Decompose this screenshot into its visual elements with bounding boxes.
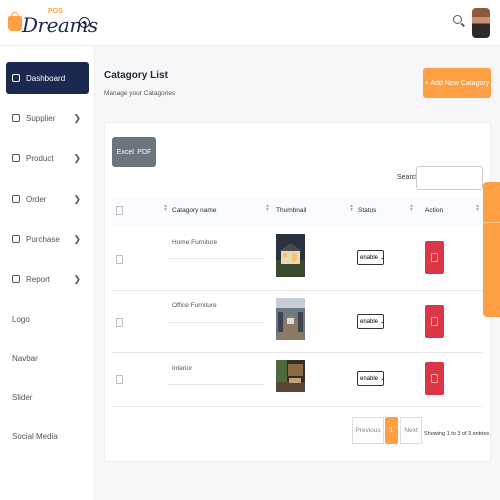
row-checkbox[interactable] — [116, 318, 123, 327]
sidebar-toggle-icon[interactable] — [79, 17, 90, 28]
chevron-right-icon: ❯ — [73, 234, 81, 244]
sidebar-item-report[interactable]: Report ❯ — [6, 263, 89, 295]
sort-icon[interactable]: ▲ ▼ — [349, 204, 354, 213]
chevron-right-icon: ❯ — [73, 113, 81, 123]
row-divider — [112, 290, 483, 291]
sidebar-item-product[interactable]: Product ❯ — [6, 142, 89, 174]
search-icon[interactable] — [453, 15, 462, 24]
delete-button[interactable] — [425, 362, 444, 395]
logo-badge: POS — [48, 8, 63, 15]
sidebar-item-label: Logo — [12, 314, 30, 324]
purchase-icon — [12, 235, 20, 243]
header-status[interactable]: Status — [358, 207, 376, 214]
trash-icon — [431, 374, 438, 383]
chevron-down-icon: ⌄ — [380, 319, 386, 325]
pagination-previous[interactable]: Previous — [352, 417, 384, 444]
thumbnail-image — [276, 234, 305, 277]
report-icon — [12, 275, 20, 283]
export-buttons: Excel PDF — [112, 137, 156, 167]
sidebar-item-order[interactable]: Order ❯ — [6, 183, 89, 215]
search-input[interactable] — [416, 166, 483, 190]
floating-side-tab[interactable] — [483, 182, 500, 317]
category-name: Interior — [172, 365, 193, 372]
sidebar-item-label: Supplier — [26, 113, 56, 123]
top-header: Dreams POS — [0, 0, 500, 46]
row-checkbox[interactable] — [116, 375, 123, 384]
sidebar-item-supplier[interactable]: Supplier ❯ — [6, 102, 89, 134]
chevron-down-icon: ⌄ — [380, 376, 386, 382]
pagination-info: Showing 1 to 3 of 3 entries — [424, 431, 490, 437]
delete-button[interactable] — [425, 305, 444, 338]
sidebar-item-label: Slider — [12, 392, 33, 402]
table-header: ▲ ▼ Catagory name ▲ ▼ Thumbnail ▲ ▼ Status … — [112, 196, 483, 226]
trash-icon — [431, 317, 438, 326]
sidebar-item-label: Navbar — [12, 353, 38, 363]
page-title: Catagory List — [104, 70, 168, 81]
status-select[interactable]: enable ⌄ — [357, 371, 386, 386]
category-name: Office Furniture — [172, 302, 217, 309]
thumbnail-image — [276, 298, 305, 340]
sidebar-item-logo[interactable]: Logo — [6, 303, 89, 335]
sidebar-item-slider[interactable]: Slider — [6, 381, 89, 413]
delete-button[interactable] — [425, 241, 444, 274]
divider — [167, 384, 264, 385]
sidebar-item-label: Report — [26, 274, 51, 284]
row-checkbox[interactable] — [116, 255, 123, 264]
user-avatar[interactable] — [472, 8, 490, 38]
pagination-next[interactable]: Next — [400, 417, 422, 444]
row-divider — [112, 406, 483, 407]
app-logo[interactable]: Dreams POS — [8, 8, 98, 40]
sidebar-item-label: Dashboard — [26, 73, 66, 83]
sidebar-item-social-media[interactable]: Social Media — [6, 420, 89, 452]
sort-icon[interactable]: ▲ ▼ — [265, 204, 270, 213]
sort-icon[interactable]: ▲ ▼ — [163, 204, 168, 213]
pagination-page-1[interactable]: 1 — [385, 417, 398, 444]
pdf-button[interactable]: PDF — [137, 149, 151, 156]
status-select[interactable]: enable ⌄ — [357, 314, 386, 329]
chevron-right-icon: ❯ — [73, 194, 81, 204]
sidebar-item-label: Social Media — [12, 431, 58, 441]
status-value: enable — [360, 375, 379, 382]
divider — [167, 322, 264, 323]
row-divider — [112, 352, 483, 353]
trash-icon — [431, 253, 438, 262]
sidebar-item-label: Product — [26, 153, 54, 163]
status-value: enable — [360, 254, 379, 261]
status-select[interactable]: enable ⌄ — [357, 250, 386, 265]
cart-icon — [12, 195, 20, 203]
sidebar-item-purchase[interactable]: Purchase ❯ — [6, 223, 89, 255]
sidebar-item-navbar[interactable]: Navbar — [6, 342, 89, 374]
header-action[interactable]: Action — [425, 207, 443, 214]
status-value: enable — [360, 318, 379, 325]
excel-button[interactable]: Excel — [117, 149, 134, 156]
header-thumbnail[interactable]: Thumbnail — [276, 207, 306, 214]
sidebar-item-label: Order — [26, 194, 47, 204]
page-subtitle: Manage your Catagories — [104, 90, 176, 97]
add-category-button[interactable]: + Add New Catagory — [423, 68, 491, 98]
sort-icon[interactable]: ▲ ▼ — [409, 204, 414, 213]
sidebar: Dashboard Supplier ❯ Product ❯ Order ❯ P… — [0, 46, 95, 500]
dashboard-icon — [12, 74, 20, 82]
sidebar-item-label: Purchase — [26, 234, 60, 244]
select-all-checkbox[interactable] — [116, 206, 123, 215]
shopping-bag-icon — [8, 12, 22, 31]
thumbnail-image — [276, 360, 305, 392]
product-icon — [12, 154, 20, 162]
chevron-right-icon: ❯ — [73, 274, 81, 284]
chevron-down-icon: ⌄ — [380, 255, 386, 261]
divider — [167, 258, 264, 259]
chevron-right-icon: ❯ — [73, 153, 81, 163]
header-category-name[interactable]: Catagory name — [172, 207, 216, 214]
supplier-icon — [12, 114, 20, 122]
sort-icon[interactable]: ▲ ▼ — [475, 204, 480, 213]
sidebar-item-dashboard[interactable]: Dashboard — [6, 62, 89, 94]
category-name: Home Furniture — [172, 239, 218, 246]
